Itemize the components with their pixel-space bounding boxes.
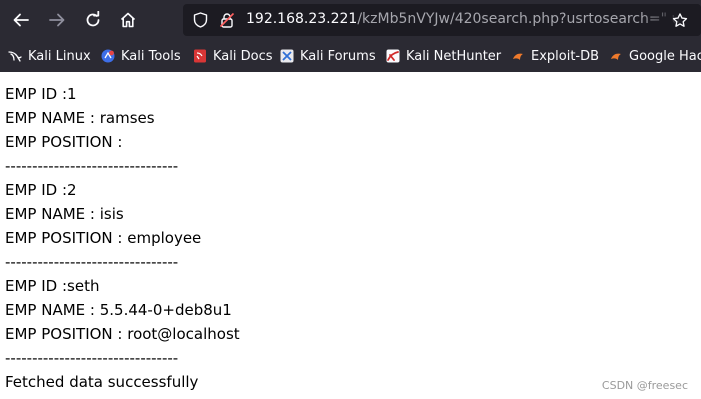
url-text[interactable]: 192.168.23.221/kzMb5nVYJw/420search.php?…	[246, 11, 701, 27]
record-separator: --------------------------------	[5, 157, 179, 175]
bookmark-label: Kali Docs	[213, 48, 273, 64]
watermark: CSDN @freesec	[601, 379, 688, 392]
star-icon	[672, 12, 688, 27]
back-button[interactable]	[8, 7, 34, 33]
emp-position: EMP POSITION :	[5, 133, 123, 151]
forward-arrow-icon	[49, 13, 65, 27]
bookmark-label: Kali Tools	[121, 48, 181, 64]
kali-docs-icon	[194, 49, 206, 63]
bookmark-kali-forums[interactable]: Kali Forums	[280, 42, 376, 70]
home-icon	[120, 12, 136, 28]
insecure-lock-icon[interactable]	[219, 12, 235, 28]
emp-id: EMP ID :1	[5, 85, 77, 103]
status-message: Fetched data successfully	[5, 373, 199, 391]
home-button[interactable]	[115, 7, 141, 33]
reload-icon	[86, 11, 100, 27]
bookmark-label: Google Hac	[629, 48, 701, 64]
url-fade	[641, 4, 701, 36]
exploit-db-icon	[513, 53, 523, 60]
bookmark-star-button[interactable]	[672, 12, 688, 28]
emp-name: EMP NAME : 5.5.44-0+deb8u1	[5, 301, 232, 319]
record-separator: --------------------------------	[5, 349, 179, 367]
bookmark-label: Kali Linux	[28, 48, 91, 64]
shield-icon[interactable]	[192, 12, 208, 28]
address-bar[interactable]: 192.168.23.221/kzMb5nVYJw/420search.php?…	[183, 4, 701, 36]
bookmark-kali-docs[interactable]: Kali Docs	[193, 42, 273, 70]
kali-dragon-icon	[8, 51, 22, 62]
kali-tools-icon	[101, 49, 115, 63]
record-separator: --------------------------------	[5, 253, 179, 271]
google-hacking-db-icon	[611, 53, 621, 60]
emp-position: EMP POSITION : employee	[5, 229, 202, 247]
bookmark-label: Kali Forums	[300, 48, 376, 64]
bookmark-kali-linux[interactable]: Kali Linux	[8, 42, 91, 70]
url-host: 192.168.23.221	[246, 11, 358, 27]
kali-nethunter-icon	[386, 49, 400, 63]
reload-button[interactable]	[80, 7, 106, 33]
bookmarks-toolbar: Kali Linux Kali Tools Kali Docs Kali For…	[0, 42, 701, 70]
back-arrow-icon	[13, 13, 29, 27]
bookmark-kali-nethunter[interactable]: Kali NetHunter	[386, 42, 501, 70]
page-content: EMP ID :1 EMP NAME : ramses EMP POSITION…	[5, 82, 240, 394]
bookmark-google-hacking-db[interactable]: Google Hac	[609, 42, 701, 70]
emp-id: EMP ID :seth	[5, 277, 100, 295]
bookmark-label: Kali NetHunter	[406, 48, 502, 64]
bookmark-label: Exploit-DB	[531, 48, 600, 64]
browser-chrome: 192.168.23.221/kzMb5nVYJw/420search.php?…	[0, 0, 701, 72]
kali-forums-icon	[280, 49, 294, 63]
emp-name: EMP NAME : isis	[5, 205, 124, 223]
forward-button[interactable]	[44, 7, 70, 33]
emp-position: EMP POSITION : root@localhost	[5, 325, 240, 343]
emp-id: EMP ID :2	[5, 181, 77, 199]
bookmark-kali-tools[interactable]: Kali Tools	[101, 42, 181, 70]
bookmark-exploit-db[interactable]: Exploit-DB	[511, 42, 599, 70]
emp-name: EMP NAME : ramses	[5, 109, 155, 127]
